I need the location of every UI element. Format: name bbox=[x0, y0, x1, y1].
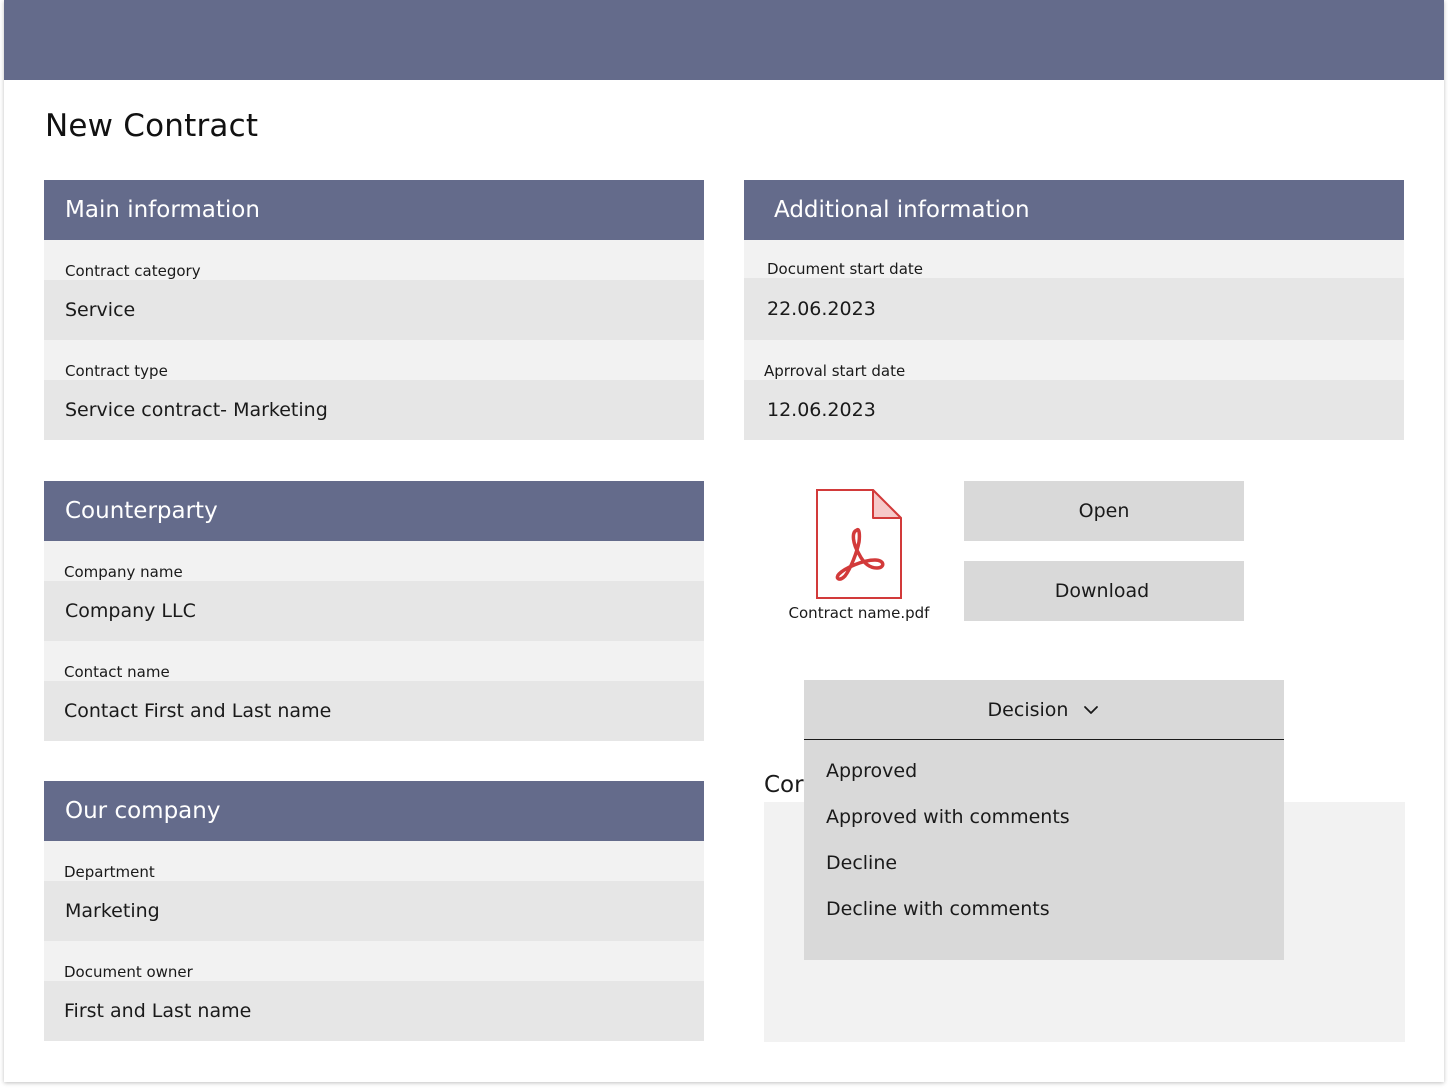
additional-information-panel: Additional information Document start da… bbox=[744, 180, 1404, 440]
document-start-date-value[interactable]: 22.06.2023 bbox=[744, 278, 1404, 340]
pdf-file-icon[interactable] bbox=[815, 488, 903, 600]
company-name-label: Company name bbox=[64, 563, 183, 581]
additional-information-header: Additional information bbox=[744, 180, 1404, 240]
contract-category-field[interactable]: Contract category Service bbox=[44, 240, 704, 340]
contact-name-field[interactable]: Contact name Contact First and Last name bbox=[44, 641, 704, 741]
document-start-date-field[interactable]: Document start date 22.06.2023 bbox=[744, 240, 1404, 340]
counterparty-header: Counterparty bbox=[44, 481, 704, 541]
counterparty-panel: Counterparty Company name Company LLC Co… bbox=[44, 481, 704, 741]
approval-start-date-value[interactable]: 12.06.2023 bbox=[744, 380, 1404, 440]
document-owner-value[interactable]: First and Last name bbox=[44, 981, 704, 1041]
contract-type-field[interactable]: Contract type Service contract- Marketin… bbox=[44, 340, 704, 440]
decision-dropdown[interactable]: Decision Approved Approved with comments… bbox=[804, 680, 1284, 960]
decision-option-decline-with-comments[interactable]: Decline with comments bbox=[804, 896, 1284, 942]
main-information-panel: Main information Contract category Servi… bbox=[44, 180, 704, 440]
document-owner-label: Document owner bbox=[64, 963, 193, 981]
contract-category-value[interactable]: Service bbox=[44, 280, 704, 340]
contract-type-label: Contract type bbox=[65, 362, 168, 380]
approval-start-date-field[interactable]: Aprroval start date 12.06.2023 bbox=[744, 340, 1404, 440]
decision-dropdown-toggle[interactable]: Decision bbox=[804, 680, 1284, 740]
decision-option-approved[interactable]: Approved bbox=[804, 758, 1284, 804]
contract-category-label: Contract category bbox=[65, 262, 201, 280]
pdf-file-name: Contract name.pdf bbox=[788, 604, 930, 622]
document-owner-field[interactable]: Document owner First and Last name bbox=[44, 941, 704, 1041]
decision-option-decline[interactable]: Decline bbox=[804, 850, 1284, 896]
comments-label: Cor bbox=[764, 772, 804, 798]
decision-dropdown-label: Decision bbox=[987, 698, 1069, 721]
approval-start-date-label: Aprroval start date bbox=[764, 362, 906, 380]
contract-type-value[interactable]: Service contract- Marketing bbox=[44, 380, 704, 440]
company-name-field[interactable]: Company name Company LLC bbox=[44, 541, 704, 641]
top-bar bbox=[4, 0, 1444, 80]
document-start-date-label: Document start date bbox=[767, 260, 924, 278]
company-name-value[interactable]: Company LLC bbox=[44, 581, 704, 641]
main-information-header: Main information bbox=[44, 180, 704, 240]
department-label: Department bbox=[64, 863, 155, 881]
our-company-panel: Our company Department Marketing Documen… bbox=[44, 781, 704, 1041]
download-button[interactable]: Download bbox=[964, 561, 1244, 621]
page-title: New Contract bbox=[45, 108, 259, 144]
chevron-down-icon bbox=[1084, 705, 1099, 714]
contact-name-value[interactable]: Contact First and Last name bbox=[44, 681, 704, 741]
open-button[interactable]: Open bbox=[964, 481, 1244, 541]
department-value[interactable]: Marketing bbox=[44, 881, 704, 941]
our-company-header: Our company bbox=[44, 781, 704, 841]
department-field[interactable]: Department Marketing bbox=[44, 841, 704, 941]
decision-options-list: Approved Approved with comments Decline … bbox=[804, 740, 1284, 942]
contact-name-label: Contact name bbox=[64, 663, 170, 681]
decision-option-approved-with-comments[interactable]: Approved with comments bbox=[804, 804, 1284, 850]
pdf-attachment[interactable]: Contract name.pdf bbox=[784, 488, 934, 622]
